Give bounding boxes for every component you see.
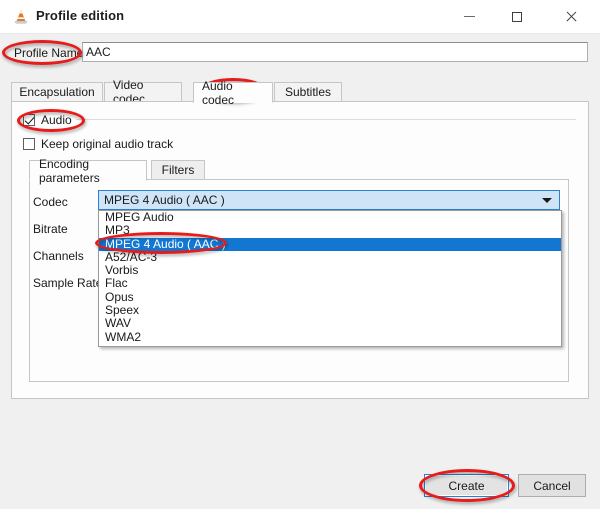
tab-encapsulation-label: Encapsulation bbox=[19, 85, 95, 99]
create-button-label: Create bbox=[448, 478, 485, 493]
checkbox-checked-icon bbox=[23, 114, 35, 126]
minimize-button[interactable] bbox=[446, 0, 492, 33]
profile-name-input[interactable] bbox=[82, 42, 588, 62]
dropdown-option[interactable]: WAV bbox=[99, 317, 561, 331]
tab-video-codec[interactable]: Video codec bbox=[104, 78, 182, 106]
tab-filters[interactable]: Filters bbox=[151, 160, 205, 180]
create-button[interactable]: Create bbox=[424, 474, 509, 497]
keep-original-audio-track-label: Keep original audio track bbox=[41, 137, 174, 151]
tab-audio-codec-label: Audio codec bbox=[202, 78, 235, 107]
dropdown-option[interactable]: A52/AC-3 bbox=[99, 250, 561, 264]
dropdown-option[interactable]: WMA2 bbox=[99, 330, 561, 344]
tab-subtitles-label: Subtitles bbox=[284, 85, 332, 99]
window-title: Profile edition bbox=[36, 8, 125, 23]
profile-name-label: Profile Name bbox=[14, 46, 84, 60]
close-icon bbox=[565, 11, 577, 23]
codec-combobox[interactable]: MPEG 4 Audio ( AAC ) bbox=[98, 190, 560, 210]
codec-dropdown-list[interactable]: MPEG Audio MP3 MPEG 4 Audio ( AAC ) A52/AC-… bbox=[98, 210, 562, 347]
tab-audio-codec[interactable]: Audio codec bbox=[193, 79, 273, 107]
tab-filters-label: Filters bbox=[161, 163, 195, 177]
minimize-icon bbox=[463, 16, 475, 17]
dropdown-option[interactable]: Flac bbox=[99, 277, 561, 291]
tab-encapsulation[interactable]: Encapsulation bbox=[11, 82, 103, 102]
dropdown-option[interactable]: MPEG Audio bbox=[99, 211, 561, 224]
vlc-cone-icon bbox=[12, 8, 30, 26]
codec-label: Codec bbox=[33, 195, 68, 209]
keep-original-audio-track-checkbox[interactable]: Keep original audio track bbox=[23, 137, 173, 151]
tab-encoding-parameters[interactable]: Encoding parameters bbox=[29, 157, 147, 185]
title-bar: Profile edition bbox=[0, 0, 600, 34]
maximize-icon bbox=[512, 11, 522, 22]
encoding-tab-strip: Encoding parameters Filters bbox=[29, 157, 569, 185]
audio-group-divider bbox=[76, 119, 576, 120]
dropdown-option[interactable]: MPEG 4 Audio ( AAC ) bbox=[99, 237, 561, 251]
maximize-button[interactable] bbox=[494, 0, 540, 33]
checkbox-unchecked-icon bbox=[23, 138, 35, 150]
tab-encoding-parameters-label: Encoding parameters bbox=[39, 156, 100, 185]
dropdown-option[interactable]: Opus bbox=[99, 290, 561, 304]
bitrate-label: Bitrate bbox=[33, 222, 68, 236]
tab-subtitles[interactable]: Subtitles bbox=[274, 82, 342, 102]
cancel-button-label: Cancel bbox=[533, 478, 571, 493]
dropdown-option[interactable]: MP3 bbox=[99, 223, 561, 237]
cancel-button[interactable]: Cancel bbox=[518, 474, 586, 497]
audio-checkbox-label: Audio bbox=[41, 113, 72, 127]
sample-rate-label: Sample Rate bbox=[33, 276, 103, 290]
profile-edition-window: Profile edition Profile Name Encapsulati… bbox=[0, 0, 600, 509]
close-button[interactable] bbox=[548, 0, 594, 33]
codec-combobox-value: MPEG 4 Audio ( AAC ) bbox=[104, 193, 225, 207]
channels-label: Channels bbox=[33, 249, 84, 263]
dropdown-option[interactable]: Speex bbox=[99, 303, 561, 317]
chevron-down-icon[interactable] bbox=[542, 198, 552, 203]
dropdown-option[interactable]: Vorbis bbox=[99, 263, 561, 277]
audio-checkbox[interactable]: Audio bbox=[23, 113, 72, 127]
main-tab-strip: Encapsulation Video codec Audio codec Su… bbox=[11, 78, 589, 107]
